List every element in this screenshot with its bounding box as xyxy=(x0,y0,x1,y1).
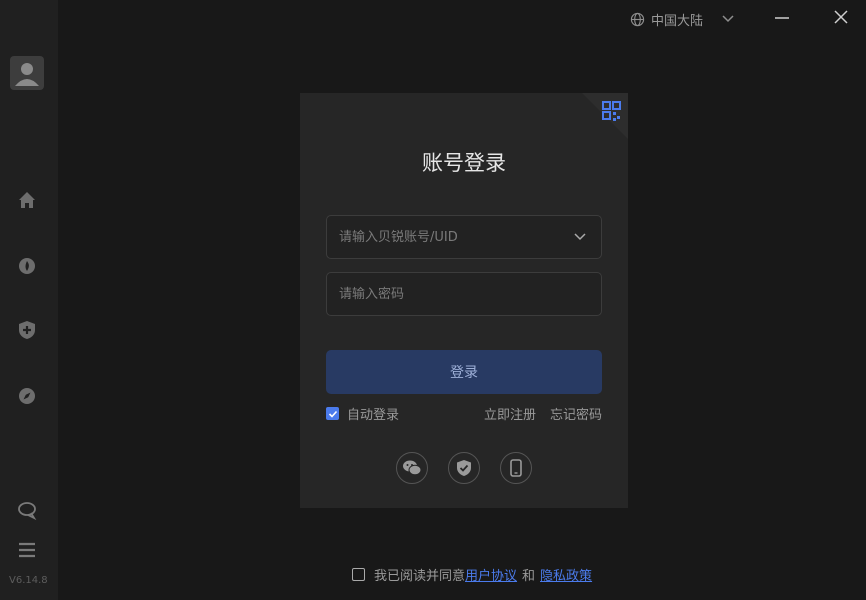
auto-login-checkbox[interactable] xyxy=(326,407,339,420)
login-title: 账号登录 xyxy=(422,151,506,175)
region-selector[interactable]: 中国大陆 xyxy=(630,9,735,29)
agreement-checkbox[interactable] xyxy=(352,568,365,581)
password-input[interactable] xyxy=(339,273,569,315)
close-icon[interactable] xyxy=(828,6,854,30)
version-label: V6.14.8 xyxy=(9,575,48,586)
compass-icon[interactable] xyxy=(16,385,38,407)
account-input[interactable] xyxy=(339,216,569,258)
agreement-prefix: 我已阅读并同意 xyxy=(374,569,466,584)
globe-icon xyxy=(630,12,645,26)
terms-link[interactable]: 用户协议 xyxy=(465,565,517,584)
register-link[interactable]: 立即注册 xyxy=(484,404,536,423)
privacy-link[interactable]: 隐私政策 xyxy=(540,565,592,584)
login-button[interactable]: 登录 xyxy=(326,350,602,394)
account-links: 立即注册 忘记密码 xyxy=(484,404,602,423)
user-icon xyxy=(15,63,39,86)
home-icon[interactable] xyxy=(16,189,38,211)
auto-login-option[interactable]: 自动登录 xyxy=(326,404,399,423)
agreement-row: 我已阅读并同意 用户协议 和 隐私政策 xyxy=(352,565,592,584)
menu-icon[interactable] xyxy=(16,539,38,561)
sidebar: V6.14.8 xyxy=(0,0,58,600)
phone-icon xyxy=(510,459,522,477)
minimize-icon[interactable] xyxy=(769,6,795,30)
phone-login-button[interactable] xyxy=(500,452,532,484)
shield-check-icon xyxy=(457,460,471,476)
region-label: 中国大陆 xyxy=(651,13,704,29)
chevron-down-icon[interactable] xyxy=(573,230,587,244)
chat-bubble-icon[interactable] xyxy=(16,499,38,521)
qr-code-icon[interactable] xyxy=(582,93,628,139)
password-field[interactable] xyxy=(326,272,602,316)
avatar[interactable] xyxy=(10,56,44,90)
wechat-login-button[interactable] xyxy=(396,452,428,484)
wechat-icon xyxy=(403,460,422,476)
auto-login-label: 自动登录 xyxy=(347,408,400,423)
forgot-password-link[interactable]: 忘记密码 xyxy=(550,404,602,423)
check-icon xyxy=(328,410,337,418)
login-panel: 账号登录 登录 自动登录 立即注册 忘记密码 xyxy=(300,93,628,508)
compass-flame-icon[interactable] xyxy=(16,255,38,277)
chevron-down-icon xyxy=(722,15,734,23)
shield-login-button[interactable] xyxy=(448,452,480,484)
account-field[interactable] xyxy=(326,215,602,259)
agreement-joiner: 和 xyxy=(522,569,536,584)
shield-plus-icon[interactable] xyxy=(16,319,38,341)
